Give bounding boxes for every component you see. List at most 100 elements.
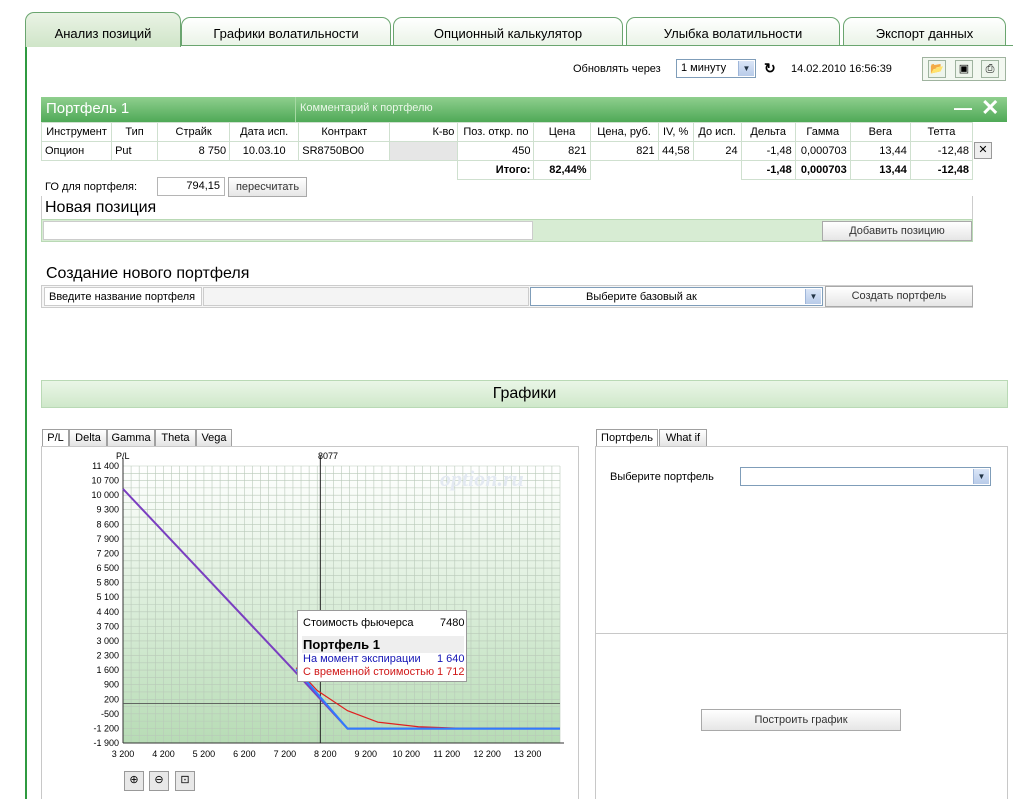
- y-tick-label: 5 800: [96, 578, 119, 588]
- tooltip-time-value: 1 712: [437, 666, 465, 678]
- col-header: Тетта: [909, 122, 974, 142]
- totals-delta: -1,48: [740, 160, 796, 180]
- cell-days: 24: [692, 141, 742, 161]
- base-asset-select-value: Выберите базовый ак: [586, 291, 697, 303]
- portfolio-name-input[interactable]: [203, 287, 529, 306]
- subtab-gamma[interactable]: Gamma: [107, 429, 155, 446]
- chevron-down-icon: ▼: [805, 289, 821, 304]
- col-header: Поз. откр. по: [457, 122, 535, 142]
- zoom-fit-icon[interactable]: ⊡: [175, 771, 195, 791]
- minimize-icon[interactable]: —: [954, 98, 972, 119]
- tab-position-analysis[interactable]: Анализ позиций: [25, 12, 181, 47]
- x-tick-label: 6 200: [233, 749, 256, 759]
- x-tick-label: 8 200: [314, 749, 337, 759]
- y-tick-label: -1 900: [93, 738, 119, 748]
- new-position-row: Добавить позицию: [41, 219, 973, 242]
- totals-gamma: 0,000703: [794, 160, 851, 180]
- open-folder-icon[interactable]: 📂: [928, 60, 946, 78]
- table-row[interactable]: Опцион Put 8 750 10.03.10 SR8750BO0 450 …: [40, 141, 974, 161]
- go-value: 794,15: [157, 177, 225, 196]
- cursor-x-label: 8077: [318, 451, 339, 461]
- delete-row-icon[interactable]: ✕: [974, 142, 992, 159]
- y-axis-label: P/L: [116, 451, 130, 461]
- refresh-icon[interactable]: ↻: [764, 60, 776, 77]
- col-header: Цена, руб.: [589, 122, 659, 142]
- y-tick-label: -500: [101, 709, 119, 719]
- cell-iv: 44,58: [657, 141, 694, 161]
- col-header: Контракт: [298, 122, 391, 142]
- y-tick-label: 11 400: [92, 461, 119, 471]
- cell-instrument: Опцион: [40, 141, 113, 161]
- col-header: Инструмент: [40, 122, 113, 142]
- tooltip-expiry-value: 1 640: [437, 653, 465, 665]
- cell-strike: 8 750: [157, 141, 231, 161]
- zoom-in-icon[interactable]: ⊕: [124, 771, 144, 791]
- close-icon[interactable]: ✕: [981, 95, 999, 121]
- tab-data-export[interactable]: Экспорт данных: [843, 17, 1006, 46]
- cell-type: Put: [111, 141, 159, 161]
- tooltip-expiry-label: На момент экспирации: [303, 653, 421, 665]
- y-tick-label: 5 100: [96, 592, 119, 602]
- y-tick-label: 4 400: [96, 607, 119, 617]
- totals-label: Итого:: [457, 160, 535, 180]
- cell-qty-input[interactable]: [389, 141, 459, 161]
- base-asset-select[interactable]: Выберите базовый ак ▼: [530, 287, 823, 306]
- tab-option-calculator[interactable]: Опционный калькулятор: [393, 17, 623, 46]
- tooltip-time-label: С временной стоимостью: [303, 666, 435, 678]
- save-icon[interactable]: ▣: [955, 60, 973, 78]
- subtab-pl[interactable]: P/L: [42, 429, 69, 447]
- zoom-out-icon[interactable]: ⊖: [149, 771, 169, 791]
- y-tick-label: 9 300: [96, 505, 119, 515]
- col-header: Тип: [111, 122, 159, 142]
- watermark: option.ru: [440, 466, 524, 491]
- y-tick-label: 8 600: [96, 519, 119, 529]
- totals-vega: 13,44: [849, 160, 911, 180]
- col-header: Страйк: [157, 122, 231, 142]
- x-tick-label: 10 200: [392, 749, 420, 759]
- col-header: Гамма: [794, 122, 851, 142]
- create-portfolio-button[interactable]: Создать портфель: [825, 286, 973, 307]
- col-header: Дельта: [740, 122, 796, 142]
- tab-volatility-charts[interactable]: Графики волатильности: [181, 17, 391, 46]
- subtab-delta[interactable]: Delta: [69, 429, 107, 446]
- portfolio-select[interactable]: ▼: [740, 467, 991, 486]
- refresh-label: Обновлять через: [573, 63, 661, 75]
- chart-tooltip: Стоимость фьючерса 7480 Портфель 1 На мо…: [297, 610, 467, 682]
- go-label: ГО для портфеля:: [45, 181, 138, 193]
- subtab-theta[interactable]: Theta: [155, 429, 196, 446]
- tooltip-futures-value: 7480: [440, 617, 465, 629]
- new-position-inputs[interactable]: [43, 221, 533, 240]
- x-tick-label: 5 200: [193, 749, 216, 759]
- totals-theta: -12,48: [909, 160, 974, 180]
- build-chart-button[interactable]: Построить график: [701, 709, 901, 731]
- subtab-what-if[interactable]: What if: [659, 429, 707, 446]
- chevron-down-icon: ▼: [738, 61, 754, 76]
- y-tick-label: 3 700: [96, 621, 119, 631]
- x-tick-label: 11 200: [433, 749, 460, 759]
- new-portfolio-row: Введите название портфеля Выберите базов…: [41, 285, 973, 308]
- cell-vega: 13,44: [849, 141, 911, 161]
- col-header: Цена: [533, 122, 591, 142]
- y-tick-label: 2 300: [96, 651, 119, 661]
- cell-price-rub: 821: [589, 141, 659, 161]
- col-header: IV, %: [657, 122, 694, 142]
- y-tick-label: 10 700: [91, 476, 119, 486]
- y-tick-label: 10 000: [91, 490, 119, 500]
- toolbar: 📂 ▣ ⎙: [922, 57, 1006, 81]
- x-tick-label: 3 200: [112, 749, 135, 759]
- x-tick-label: 13 200: [514, 749, 542, 759]
- portfolio-comment-input[interactable]: Комментарий к портфелю: [295, 97, 947, 122]
- print-icon[interactable]: ⎙: [981, 60, 999, 78]
- cell-gamma: 0,000703: [794, 141, 851, 161]
- subtab-vega[interactable]: Vega: [196, 429, 232, 446]
- col-header: Дата исп.: [229, 122, 300, 142]
- tab-volatility-smile[interactable]: Улыбка волатильности: [626, 17, 840, 46]
- refresh-interval-select[interactable]: 1 минуту ▼: [676, 59, 756, 78]
- left-border: [25, 46, 27, 799]
- refresh-interval-value: 1 минуту: [681, 62, 727, 74]
- recalculate-button[interactable]: пересчитать: [228, 177, 307, 197]
- subtab-portfolio[interactable]: Портфель: [596, 429, 658, 447]
- add-position-button[interactable]: Добавить позицию: [822, 221, 972, 241]
- pl-chart[interactable]: 11 400 10 700 10 000 9 300 8 600 7 900 7 200 6 …: [41, 446, 579, 766]
- chevron-down-icon: ▼: [973, 469, 989, 484]
